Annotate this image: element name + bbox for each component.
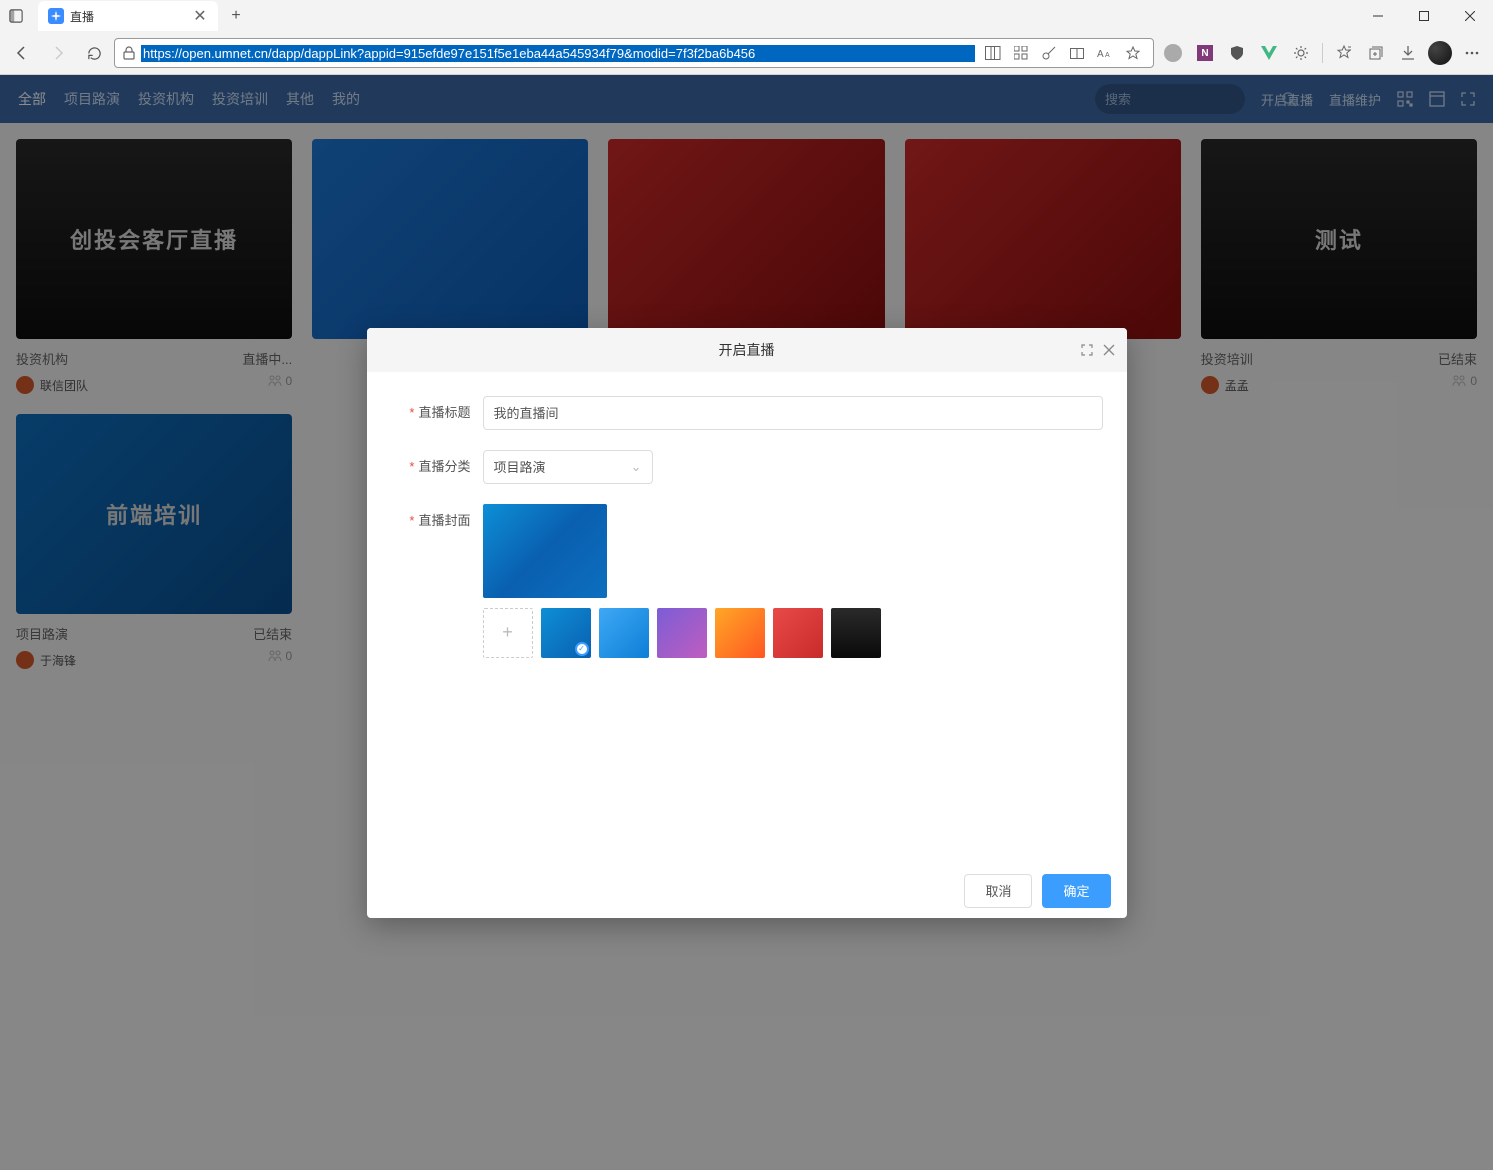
lock-icon [123, 46, 135, 60]
tab-list-button[interactable] [0, 0, 32, 32]
modal-title: 开启直播 [719, 340, 775, 360]
ext-icon-1[interactable] [1158, 38, 1188, 68]
check-icon [575, 642, 589, 656]
tab-title: 直播 [70, 8, 192, 25]
app-icon[interactable] [1065, 41, 1089, 65]
confirm-button[interactable]: 确定 [1042, 874, 1110, 908]
ext-onenote-icon[interactable]: N [1190, 38, 1220, 68]
favorites-icon[interactable] [1329, 38, 1359, 68]
cover-option-purple[interactable] [657, 608, 707, 658]
window-maximize-button[interactable] [1401, 0, 1447, 32]
modal-overlay: 开启直播 *直播标题 *直播分类 项目路演 ⌄ [0, 75, 1493, 1170]
browser-tab[interactable]: 直播 ✕ [38, 1, 218, 31]
cancel-button[interactable]: 取消 [964, 874, 1032, 908]
tab-favicon [48, 8, 64, 24]
cover-label: *直播封面 [391, 504, 471, 658]
title-label: *直播标题 [391, 396, 471, 430]
ext-gear-icon[interactable] [1286, 38, 1316, 68]
text-size-icon[interactable]: AA [1093, 41, 1117, 65]
back-button[interactable] [6, 37, 38, 69]
cover-upload-button[interactable]: + [483, 608, 533, 658]
grid-icon[interactable] [1009, 41, 1033, 65]
modal-close-button[interactable] [1103, 344, 1115, 356]
category-select[interactable]: 项目路演 ⌄ [483, 450, 653, 484]
cover-preview [483, 504, 607, 598]
svg-text:A: A [1105, 52, 1110, 59]
ext-shield-icon[interactable] [1222, 38, 1252, 68]
profile-avatar[interactable] [1425, 38, 1455, 68]
category-label: *直播分类 [391, 450, 471, 484]
downloads-icon[interactable] [1393, 38, 1423, 68]
favorite-icon[interactable] [1121, 41, 1145, 65]
key-icon[interactable] [1037, 41, 1061, 65]
chevron-down-icon: ⌄ [631, 459, 642, 475]
reader-icon[interactable] [981, 41, 1005, 65]
cover-option-red[interactable] [773, 608, 823, 658]
window-close-button[interactable] [1447, 0, 1493, 32]
tab-close-button[interactable]: ✕ [192, 8, 208, 24]
cover-option-orange[interactable] [715, 608, 765, 658]
window-minimize-button[interactable] [1355, 0, 1401, 32]
refresh-button[interactable] [78, 37, 110, 69]
ext-vue-icon[interactable] [1254, 38, 1284, 68]
cover-option-blue2[interactable] [599, 608, 649, 658]
live-title-input[interactable] [483, 396, 1103, 430]
svg-text:A: A [1097, 49, 1104, 59]
new-tab-button[interactable]: + [222, 2, 250, 30]
menu-button[interactable] [1457, 38, 1487, 68]
forward-button[interactable] [42, 37, 74, 69]
url-text: https://open.umnet.cn/dapp/dappLink?appi… [141, 45, 975, 62]
cover-option-blue1[interactable] [541, 608, 591, 658]
modal-expand-button[interactable] [1081, 344, 1093, 356]
start-live-modal: 开启直播 *直播标题 *直播分类 项目路演 ⌄ [367, 328, 1127, 918]
collections-icon[interactable] [1361, 38, 1391, 68]
address-bar[interactable]: https://open.umnet.cn/dapp/dappLink?appi… [114, 38, 1154, 68]
cover-option-black[interactable] [831, 608, 881, 658]
